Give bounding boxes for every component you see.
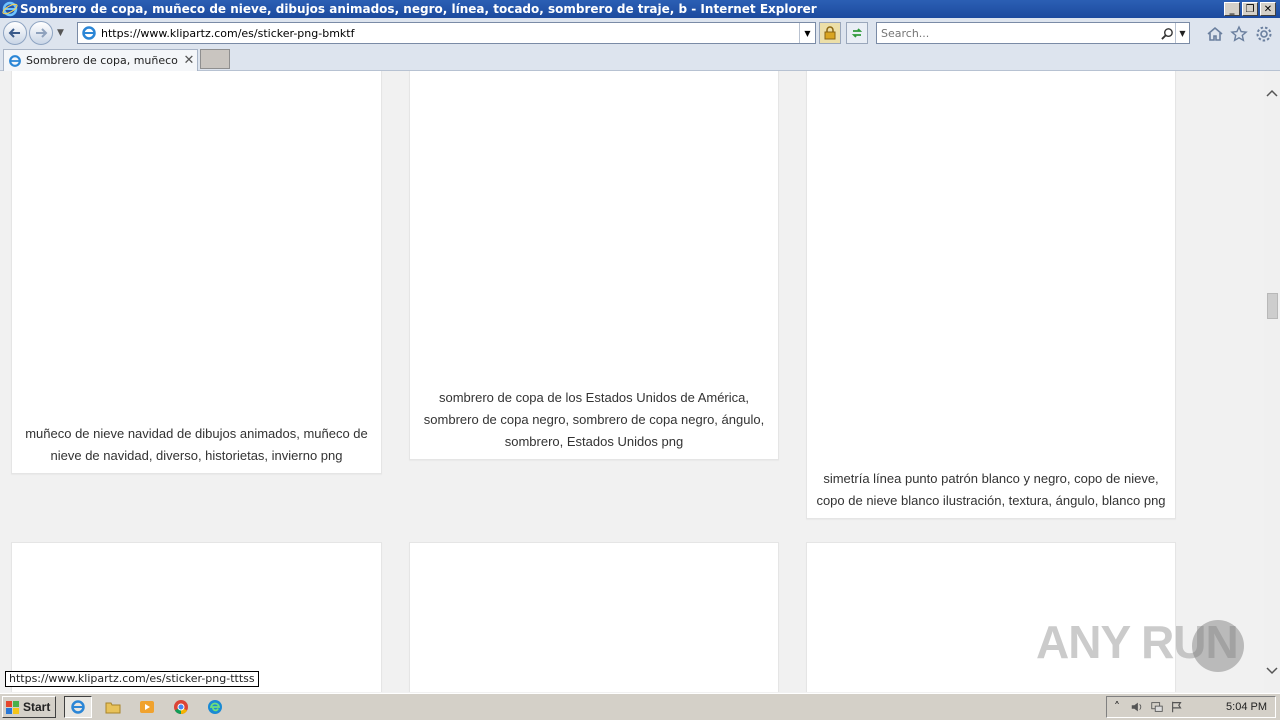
home-icon[interactable] [1206,25,1224,43]
card-caption[interactable]: simetría línea punto patrón blanco y neg… [811,468,1171,512]
lock-icon [824,26,836,40]
tab-ie-icon [9,54,21,67]
window-title: Sombrero de copa, muñeco de nieve, dibuj… [20,2,817,16]
network-icon[interactable] [1147,698,1167,716]
search-box[interactable]: ▼ [876,22,1190,44]
windows-flag-icon [6,701,19,714]
taskbar-media-player-button[interactable] [133,696,161,718]
taskbar-clock[interactable]: 5:04 PM [1226,701,1267,713]
start-button[interactable]: Start [2,696,56,718]
tab-label: Sombrero de copa, muñeco ... [26,54,181,67]
chrome-icon [174,700,188,715]
search-dropdown-icon[interactable]: ▼ [1175,23,1189,43]
result-card[interactable] [409,542,779,692]
result-card[interactable]: sombrero de copa de los Estados Unidos d… [409,71,779,460]
page-content: muñeco de nieve navidad de dibujos anima… [0,71,1264,692]
internet-explorer-icon [2,1,18,17]
card-caption[interactable]: sombrero de copa de los Estados Unidos d… [414,387,774,453]
tab-close-icon[interactable]: ✕ [181,53,197,68]
new-tab-button[interactable] [200,49,230,69]
taskbar-explorer-button[interactable] [99,696,127,718]
watermark-play-icon [1192,620,1244,672]
settings-gear-icon[interactable] [1255,25,1273,43]
back-arrow-icon [8,28,20,38]
address-url[interactable]: https://www.klipartz.com/es/sticker-png-… [101,27,799,40]
navigation-bar: ▼ https://www.klipartz.com/es/sticker-pn… [0,18,1280,48]
scroll-up-icon[interactable] [1264,85,1280,101]
scrollbar-thumb[interactable] [1267,293,1278,319]
volume-icon[interactable] [1127,698,1147,716]
refresh-icon [851,28,863,38]
system-tray: ˄ 5:04 PM [1106,696,1276,718]
address-bar[interactable]: https://www.klipartz.com/es/sticker-png-… [77,22,816,44]
favorites-star-icon[interactable] [1230,25,1248,43]
refresh-button[interactable] [846,22,868,44]
vertical-scrollbar[interactable] [1264,71,1280,692]
taskbar-edge-button[interactable] [201,696,229,718]
result-card[interactable]: simetría línea punto patrón blanco y neg… [806,71,1176,519]
internet-explorer-icon [71,700,85,714]
anyrun-watermark: ANY RUN [1036,612,1246,672]
window-title-bar: Sombrero de copa, muñeco de nieve, dibuj… [0,0,1280,18]
scroll-down-icon[interactable] [1264,663,1280,679]
minimize-button[interactable]: _ [1224,2,1240,16]
page-ie-icon [82,26,96,40]
result-card[interactable]: muñeco de nieve navidad de dibujos anima… [11,71,382,474]
taskbar-ie-button[interactable] [64,696,92,718]
search-input[interactable] [877,26,1159,40]
forward-button[interactable] [29,21,53,45]
back-button[interactable] [3,21,27,45]
tray-expand-icon[interactable]: ˄ [1107,698,1127,716]
security-lock-button[interactable] [819,22,841,44]
tab-bar: Sombrero de copa, muñeco ... ✕ [0,48,1280,71]
taskbar-chrome-button[interactable] [167,696,195,718]
search-icon[interactable] [1159,27,1175,40]
card-caption[interactable]: muñeco de nieve navidad de dibujos anima… [16,423,377,467]
edge-icon [208,700,222,714]
address-dropdown-icon[interactable]: ▼ [799,23,815,43]
forward-arrow-icon [36,28,48,38]
media-player-icon [140,701,154,713]
status-url: https://www.klipartz.com/es/sticker-png-… [5,671,259,687]
tab-active[interactable]: Sombrero de copa, muñeco ... ✕ [3,49,198,71]
maximize-button[interactable]: ❐ [1242,2,1258,16]
action-center-flag-icon[interactable] [1167,698,1187,716]
start-label: Start [23,700,51,714]
result-card[interactable] [11,542,382,692]
folder-icon [105,702,121,714]
close-window-button[interactable]: ✕ [1260,2,1276,16]
history-dropdown-icon[interactable]: ▼ [57,28,64,38]
